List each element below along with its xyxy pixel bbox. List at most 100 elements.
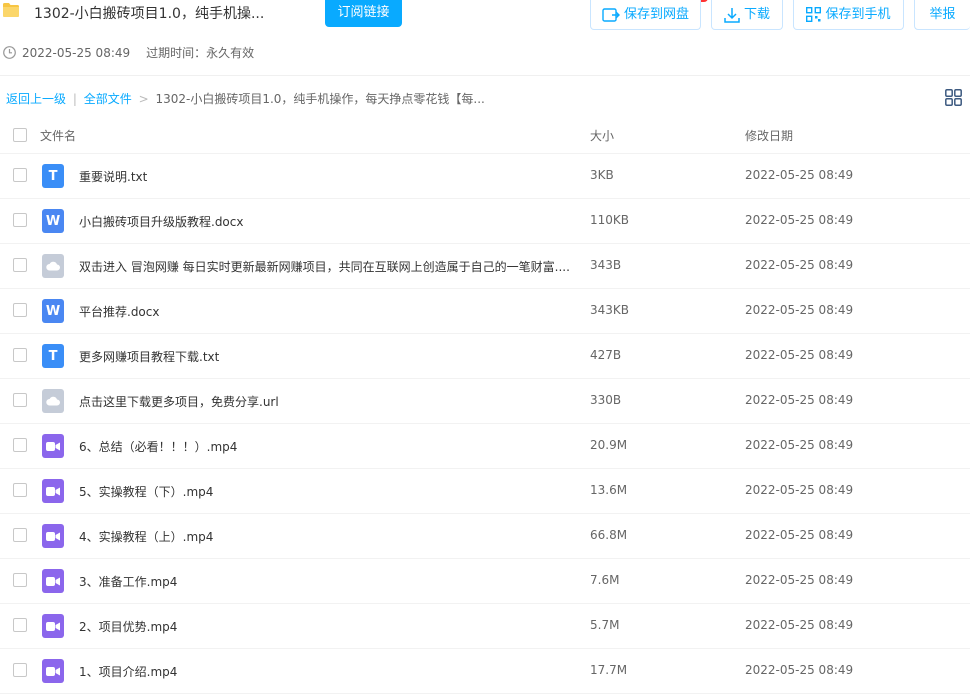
- txt-file-icon: T: [42, 344, 64, 368]
- file-row[interactable]: T 更多网赚项目教程下载.txt 427B 2022-05-25 08:49: [0, 334, 970, 379]
- file-checkbox[interactable]: [13, 213, 27, 227]
- file-size: 343KB: [590, 303, 630, 317]
- video-file-icon: [42, 614, 64, 638]
- video-file-icon: [42, 659, 64, 683]
- share-meta: 2022-05-25 08:49 过期时间：永久有效: [3, 44, 254, 61]
- file-checkbox[interactable]: [13, 348, 27, 362]
- file-date: 2022-05-25 08:49: [745, 528, 854, 542]
- all-files-link[interactable]: 全部文件: [84, 92, 132, 106]
- file-date: 2022-05-25 08:49: [745, 618, 854, 632]
- file-name[interactable]: 平台推荐.docx: [79, 303, 159, 320]
- video-file-icon: [42, 434, 64, 458]
- video-file-icon: [42, 524, 64, 548]
- file-row[interactable]: W 小白搬砖项目升级版教程.docx 110KB 2022-05-25 08:49: [0, 199, 970, 244]
- file-name[interactable]: 6、总结（必看！！！）.mp4: [79, 438, 237, 455]
- column-name[interactable]: 文件名: [40, 127, 76, 144]
- grid-view-icon[interactable]: [945, 89, 962, 106]
- file-checkbox[interactable]: [13, 573, 27, 587]
- file-name[interactable]: 5、实操教程（下）.mp4: [79, 483, 213, 500]
- file-size: 7.6M: [590, 573, 620, 587]
- back-link[interactable]: 返回上一级: [6, 92, 66, 106]
- file-row[interactable]: 6、总结（必看！！！）.mp4 20.9M 2022-05-25 08:49: [0, 424, 970, 469]
- file-date: 2022-05-25 08:49: [745, 393, 854, 407]
- save-to-cloud-button[interactable]: 保存到网盘: [590, 0, 701, 30]
- breadcrumb-divider: |: [72, 92, 77, 106]
- breadcrumb: 返回上一级 | 全部文件 > 1302-小白搬砖项目1.0，纯手机操作，每天挣点…: [6, 90, 485, 107]
- file-checkbox[interactable]: [13, 393, 27, 407]
- qrcode-icon: [806, 7, 822, 22]
- share-title: 1302-小白搬砖项目1.0，纯手机操...: [34, 6, 265, 22]
- file-name[interactable]: 更多网赚项目教程下载.txt: [79, 348, 219, 365]
- file-table-header: 文件名 大小 修改日期: [0, 114, 970, 154]
- file-date: 2022-05-25 08:49: [745, 168, 854, 182]
- subscribe-button[interactable]: 订阅链接: [325, 0, 402, 27]
- file-name[interactable]: 小白搬砖项目升级版教程.docx: [79, 213, 243, 230]
- file-row[interactable]: 4、实操教程（上）.mp4 66.8M 2022-05-25 08:49: [0, 514, 970, 559]
- save-to-cloud-label: 保存到网盘: [623, 6, 689, 22]
- file-icon-letter: W: [45, 303, 61, 319]
- file-name[interactable]: 3、准备工作.mp4: [79, 573, 177, 590]
- file-row[interactable]: T 重要说明.txt 3KB 2022-05-25 08:49: [0, 154, 970, 199]
- file-row[interactable]: 2、项目优势.mp4 5.7M 2022-05-25 08:49: [0, 604, 970, 649]
- file-name[interactable]: 1、项目介绍.mp4: [79, 663, 177, 680]
- file-icon-letter: T: [48, 168, 58, 184]
- video-file-icon: [42, 479, 64, 503]
- file-row[interactable]: 1、项目介绍.mp4 17.7M 2022-05-25 08:49: [0, 649, 970, 694]
- file-checkbox[interactable]: [13, 483, 27, 497]
- breadcrumb-separator: >: [138, 92, 149, 106]
- word-file-icon: W: [42, 299, 64, 323]
- file-size: 110KB: [590, 213, 630, 227]
- file-checkbox[interactable]: [13, 258, 27, 272]
- file-name[interactable]: 2、项目优势.mp4: [79, 618, 177, 635]
- file-name[interactable]: 双击进入 冒泡网赚 每日实时更新最新网赚项目，共同在互联网上创造属于自己的一笔财…: [79, 258, 570, 275]
- download-button[interactable]: 下载: [711, 0, 783, 30]
- share-time: 2022-05-25 08:49: [22, 45, 131, 60]
- breadcrumb-current: 1302-小白搬砖项目1.0，纯手机操作，每天挣点零花钱【每...: [155, 92, 485, 106]
- file-size: 17.7M: [590, 663, 628, 677]
- file-name[interactable]: 4、实操教程（上）.mp4: [79, 528, 213, 545]
- file-checkbox[interactable]: [13, 168, 27, 182]
- download-label: 下载: [743, 6, 770, 22]
- file-date: 2022-05-25 08:49: [745, 483, 854, 497]
- video-file-icon: [42, 569, 64, 593]
- cloud-file-icon: [42, 389, 64, 413]
- file-date: 2022-05-25 08:49: [745, 213, 854, 227]
- file-size: 20.9M: [590, 438, 628, 452]
- file-size: 66.8M: [590, 528, 628, 542]
- word-file-icon: W: [42, 209, 64, 233]
- file-row[interactable]: 5、实操教程（下）.mp4 13.6M 2022-05-25 08:49: [0, 469, 970, 514]
- file-name[interactable]: 点击这里下载更多项目，免费分享.url: [79, 393, 279, 410]
- folder-icon: [3, 3, 19, 17]
- file-checkbox[interactable]: [13, 303, 27, 317]
- file-size: 13.6M: [590, 483, 628, 497]
- file-checkbox[interactable]: [13, 528, 27, 542]
- column-size[interactable]: 大小: [590, 127, 614, 144]
- cloud-file-icon: [42, 254, 64, 278]
- file-size: 5.7M: [590, 618, 620, 632]
- file-row[interactable]: 双击进入 冒泡网赚 每日实时更新最新网赚项目，共同在互联网上创造属于自己的一笔财…: [0, 244, 970, 289]
- file-date: 2022-05-25 08:49: [745, 303, 854, 317]
- column-date[interactable]: 修改日期: [745, 127, 793, 144]
- save-to-phone-button[interactable]: 保存到手机: [793, 0, 904, 30]
- file-size: 3KB: [590, 168, 614, 182]
- file-row[interactable]: 3、准备工作.mp4 7.6M 2022-05-25 08:49: [0, 559, 970, 604]
- save-to-phone-label: 保存到手机: [825, 6, 891, 22]
- file-checkbox[interactable]: [13, 438, 27, 452]
- file-icon-letter: W: [45, 213, 61, 229]
- file-icon-letter: T: [48, 348, 58, 364]
- file-row[interactable]: 点击这里下载更多项目，免费分享.url 330B 2022-05-25 08:49: [0, 379, 970, 424]
- report-button[interactable]: 举报: [914, 0, 970, 30]
- expire-time: 过期时间：永久有效: [146, 46, 255, 60]
- file-date: 2022-05-25 08:49: [745, 663, 854, 677]
- file-date: 2022-05-25 08:49: [745, 348, 854, 362]
- file-checkbox[interactable]: [13, 618, 27, 632]
- file-size: 427B: [590, 348, 622, 362]
- file-name[interactable]: 重要说明.txt: [79, 168, 147, 185]
- file-date: 2022-05-25 08:49: [745, 258, 854, 272]
- select-all-checkbox[interactable]: [13, 128, 27, 142]
- file-row[interactable]: W 平台推荐.docx 343KB 2022-05-25 08:49: [0, 289, 970, 334]
- share-header: 1302-小白搬砖项目1.0，纯手机操... 订阅链接 保存到网盘 下载 保存到…: [0, 0, 970, 76]
- download-icon: [724, 7, 740, 23]
- file-date: 2022-05-25 08:49: [745, 438, 854, 452]
- file-checkbox[interactable]: [13, 663, 27, 677]
